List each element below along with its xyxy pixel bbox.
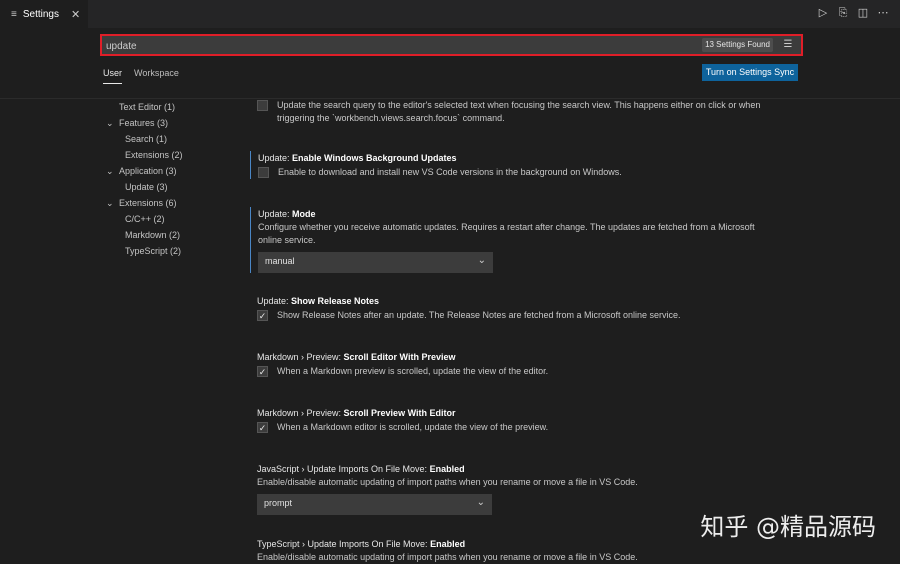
toc-item-search[interactable]: Search (1)	[100, 131, 240, 147]
toc-item-update[interactable]: Update (3)	[100, 179, 240, 195]
settings-menu-icon: ≡	[11, 8, 17, 20]
checkbox-row: ✓ When a Markdown editor is scrolled, up…	[257, 421, 800, 434]
dropdown-value: prompt	[264, 498, 293, 508]
toc-item-extensions-features[interactable]: Extensions (2)	[100, 147, 240, 163]
toc-label: Text Editor (1)	[119, 102, 176, 112]
update-mode-dropdown[interactable]: manual ⌄	[258, 252, 493, 273]
search-input[interactable]	[106, 38, 686, 54]
setting-description: When a Markdown preview is scrolled, upd…	[277, 366, 549, 376]
chevron-down-icon: ⌄	[106, 118, 114, 128]
setting-title: Update: Mode	[258, 209, 316, 219]
setting-title: Markdown › Preview: Scroll Preview With …	[257, 408, 456, 418]
toc-item-text-editor[interactable]: Text Editor (1)	[100, 99, 240, 115]
toc-label: Extensions (2)	[125, 150, 183, 160]
toc-item-features[interactable]: ⌄ Features (3)	[100, 115, 240, 131]
dropdown-value: manual	[265, 256, 295, 266]
checkbox[interactable]	[258, 167, 269, 178]
setting-title: Markdown › Preview: Scroll Editor With P…	[257, 352, 456, 362]
title-bar: ≡ Settings ✕ ▷ ⎘ ◫ ⋯	[0, 0, 900, 28]
js-update-imports-dropdown[interactable]: prompt ⌄	[257, 494, 492, 515]
setting-description: Update the search query to the editor's …	[277, 100, 761, 110]
setting-search-seed-with-selection: Update the search query to the editor's …	[250, 99, 800, 125]
toc-label: Extensions (6)	[119, 198, 177, 208]
settings-header: 13 Settings Found ☰ User Workspace Turn …	[0, 28, 900, 99]
toc-item-cpp[interactable]: C/C++ (2)	[100, 211, 240, 227]
setting-description: Enable to download and install new VS Co…	[278, 167, 622, 177]
setting-title: Update: Enable Windows Background Update…	[258, 153, 457, 163]
setting-description: Enable/disable automatic updating of imp…	[257, 552, 638, 562]
settings-sync-button[interactable]: Turn on Settings Sync	[702, 64, 798, 81]
setting-md-scroll-preview-with-editor: Markdown › Preview: Scroll Preview With …	[250, 406, 800, 434]
setting-description-cont: online service.	[258, 235, 316, 245]
results-count-badge: 13 Settings Found	[702, 38, 773, 52]
tab-settings[interactable]: ≡ Settings ✕	[0, 0, 88, 28]
setting-enable-windows-background-updates: Update: Enable Windows Background Update…	[250, 151, 801, 179]
checkbox-row: Enable to download and install new VS Co…	[258, 166, 801, 179]
toc-label: Search (1)	[125, 134, 168, 144]
clear-filter-icon[interactable]: ☰	[781, 38, 795, 52]
split-editor-icon[interactable]: ◫	[856, 6, 870, 20]
setting-update-mode: Update: Mode Configure whether you recei…	[250, 207, 801, 273]
chevron-down-icon: ⌄	[106, 198, 114, 208]
chevron-down-icon: ⌄	[476, 497, 485, 508]
setting-show-release-notes: Update: Show Release Notes ✓ Show Releas…	[250, 294, 800, 322]
editor-actions: ▷ ⎘ ◫ ⋯	[816, 6, 890, 20]
close-icon[interactable]: ✕	[71, 8, 80, 21]
more-actions-icon[interactable]: ⋯	[876, 6, 890, 20]
open-settings-json-icon[interactable]: ⎘	[836, 6, 850, 20]
setting-md-scroll-editor-with-preview: Markdown › Preview: Scroll Editor With P…	[250, 350, 800, 378]
chevron-down-icon: ⌄	[477, 255, 486, 266]
run-icon[interactable]: ▷	[816, 6, 830, 20]
setting-description: Configure whether you receive automatic …	[258, 222, 755, 232]
setting-description: Show Release Notes after an update. The …	[277, 310, 681, 320]
toc-label: Features (3)	[119, 118, 169, 128]
setting-description: Enable/disable automatic updating of imp…	[257, 477, 638, 487]
tab-user[interactable]: User	[103, 68, 123, 84]
settings-toc: Text Editor (1) ⌄ Features (3) Search (1…	[100, 99, 240, 259]
settings-list: Update the search query to the editor's …	[250, 99, 810, 564]
toc-label: Update (3)	[125, 182, 168, 192]
toc-label: TypeScript (2)	[125, 246, 182, 256]
setting-title: Update: Show Release Notes	[257, 296, 380, 306]
checkbox-checked[interactable]: ✓	[257, 310, 268, 321]
tab-title: Settings	[22, 8, 59, 20]
toc-label: Application (3)	[119, 166, 177, 176]
toc-item-typescript[interactable]: TypeScript (2)	[100, 243, 240, 259]
checkbox-checked[interactable]: ✓	[257, 366, 268, 377]
setting-description: When a Markdown editor is scrolled, upda…	[277, 422, 549, 432]
watermark: 知乎 @精品源码	[700, 513, 876, 541]
checkbox-row: Update the search query to the editor's …	[257, 99, 800, 125]
checkbox[interactable]	[257, 100, 268, 111]
chevron-down-icon: ⌄	[106, 166, 114, 176]
toc-item-markdown[interactable]: Markdown (2)	[100, 227, 240, 243]
toc-item-application[interactable]: ⌄ Application (3)	[100, 163, 240, 179]
scope-tabs: User Workspace	[103, 68, 179, 84]
setting-description-cont: triggering the `workbench.views.search.f…	[277, 113, 505, 123]
checkbox-row: ✓ When a Markdown preview is scrolled, u…	[257, 365, 800, 378]
toc-label: Markdown (2)	[125, 230, 181, 240]
setting-title: JavaScript › Update Imports On File Move…	[257, 464, 465, 474]
checkbox-checked[interactable]: ✓	[257, 422, 268, 433]
toc-label: C/C++ (2)	[125, 214, 165, 224]
checkbox-row: ✓ Show Release Notes after an update. Th…	[257, 309, 800, 322]
toc-item-extensions[interactable]: ⌄ Extensions (6)	[100, 195, 240, 211]
search-box: 13 Settings Found ☰	[100, 34, 803, 56]
tab-workspace[interactable]: Workspace	[134, 68, 179, 84]
